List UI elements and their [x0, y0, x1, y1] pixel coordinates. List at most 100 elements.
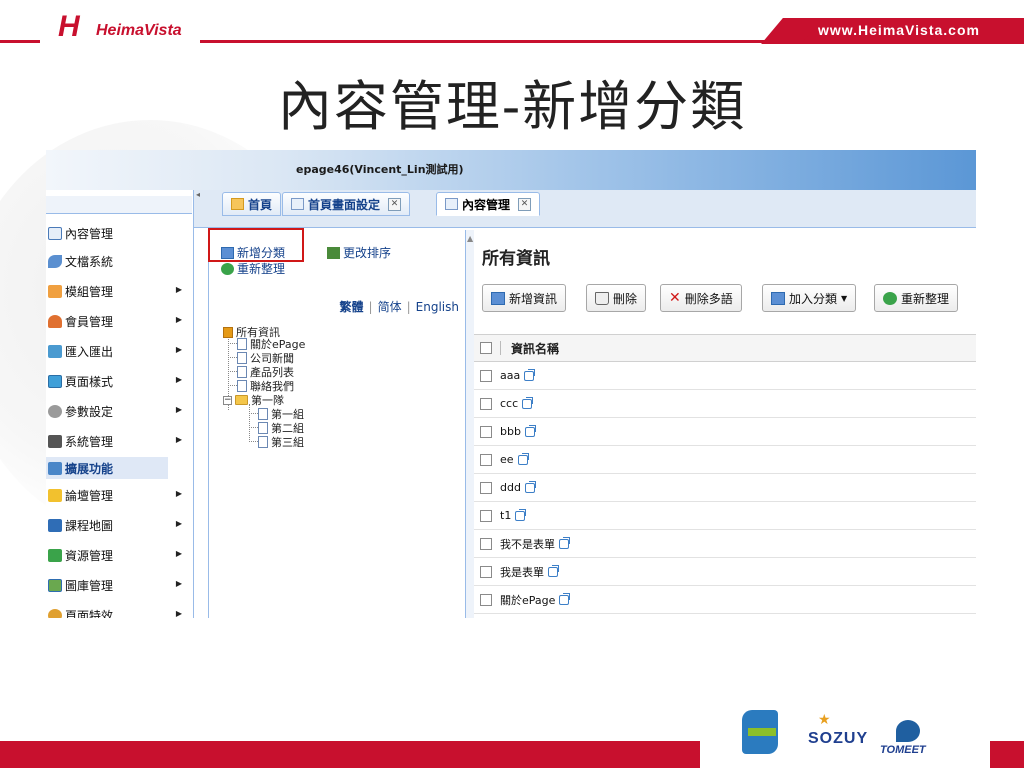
sidebar-item-document[interactable]: 文檔系統	[46, 250, 192, 272]
table-row[interactable]: t1	[474, 502, 976, 530]
dropdown-arrow-icon: ▼	[841, 293, 848, 303]
delete-button[interactable]: 刪除	[586, 284, 647, 312]
s-logo-icon	[742, 710, 778, 754]
category-panel: 新增分類 更改排序 重新整理 繁體 | 简体 | English 所有資訊 關於…	[208, 230, 466, 618]
sidebar-item-style[interactable]: 頁面樣式 ▶	[46, 370, 192, 392]
chevron-right-icon: ▶	[175, 609, 182, 618]
sidebar-item-label: 文檔系統	[65, 254, 114, 269]
logo-text: HeimaVista	[96, 22, 182, 39]
refresh-button[interactable]: 重新整理	[874, 284, 959, 312]
row-title[interactable]: bbb	[500, 425, 521, 438]
add-info-button[interactable]: 新增資訊	[482, 284, 567, 312]
add-to-category-icon	[771, 291, 785, 305]
tab-home[interactable]: 首頁	[222, 192, 282, 216]
close-icon[interactable]: ✕	[388, 197, 402, 211]
row-title[interactable]: ccc	[500, 397, 518, 410]
sidebar-item-extensions[interactable]: 擴展功能	[46, 457, 168, 479]
external-link-icon[interactable]	[559, 592, 571, 605]
sidebar-item-resource[interactable]: 資源管理 ▶	[46, 544, 192, 566]
refresh-icon	[221, 262, 234, 275]
row-checkbox[interactable]	[480, 369, 492, 382]
document-icon	[48, 254, 62, 268]
grid-header: 資訊名稱	[474, 334, 976, 362]
forum-icon	[48, 488, 62, 502]
gear-icon	[48, 404, 62, 418]
row-title[interactable]: 關於ePage	[500, 592, 555, 608]
content-icon	[48, 226, 62, 240]
chevron-right-icon: ▶	[175, 579, 182, 588]
sidebar-item-system[interactable]: 系統管理 ▶	[46, 430, 192, 452]
collapse-up-icon[interactable]: ▲	[467, 234, 473, 243]
table-row[interactable]: 關於ePage	[474, 586, 976, 614]
external-link-icon[interactable]	[522, 396, 534, 409]
row-title[interactable]: ddd	[500, 481, 521, 494]
table-row[interactable]: ccc	[474, 390, 976, 418]
row-checkbox[interactable]	[480, 537, 492, 550]
collapse-icon[interactable]: −	[223, 395, 232, 405]
external-link-icon[interactable]	[515, 508, 527, 521]
app-header: epage46(Vincent_Lin測試用)	[46, 150, 976, 190]
external-link-icon[interactable]	[524, 424, 536, 437]
external-link-icon[interactable]	[524, 480, 536, 493]
collapse-arrow-icon[interactable]: ◂	[194, 190, 202, 210]
row-title[interactable]: t1	[500, 509, 511, 522]
row-checkbox[interactable]	[480, 397, 492, 410]
tab-content-management[interactable]: 內容管理 ✕	[436, 192, 541, 216]
table-row[interactable]: ee	[474, 446, 976, 474]
sozuy-logo: SOZUY	[808, 730, 869, 747]
row-title[interactable]: 我不是表單	[500, 536, 555, 552]
sidebar-item-effect[interactable]: 頁面特效 ▶	[46, 604, 192, 618]
delete-multilang-button[interactable]: ✕ 刪除多語	[660, 284, 742, 312]
add-to-category-button[interactable]: 加入分類 ▼	[762, 284, 857, 312]
panel-splitter[interactable]	[466, 230, 474, 618]
sidebar-item-gallery[interactable]: 圖庫管理 ▶	[46, 574, 192, 596]
sidebar-item-label: 匯入匯出	[65, 344, 114, 359]
chevron-right-icon: ▶	[175, 405, 182, 414]
sidebar-item-forum[interactable]: 論壇管理 ▶	[46, 484, 192, 506]
sidebar-item-content[interactable]: 內容管理	[46, 222, 192, 244]
external-link-icon[interactable]	[524, 368, 536, 381]
sidebar-item-module[interactable]: 模組管理 ▶	[46, 280, 192, 302]
tomeet-mark-icon	[896, 720, 920, 742]
chevron-right-icon: ▶	[175, 549, 182, 558]
refresh-category-button[interactable]: 重新整理	[221, 260, 285, 277]
external-link-icon[interactable]	[559, 536, 570, 549]
sidebar-item-member[interactable]: 會員管理 ▶	[46, 310, 192, 332]
tree-node[interactable]: 第三組	[258, 434, 304, 450]
change-order-button[interactable]: 更改排序	[327, 244, 391, 261]
row-title[interactable]: aaa	[500, 369, 520, 382]
page-icon	[258, 408, 268, 420]
table-row[interactable]: ddd	[474, 474, 976, 502]
lang-english[interactable]: English	[416, 300, 459, 314]
language-switcher: 繁體 | 简体 | English	[339, 300, 459, 314]
page-icon	[237, 352, 247, 364]
sidebar-item-parameters[interactable]: 參數設定 ▶	[46, 400, 192, 422]
select-all-checkbox[interactable]	[480, 342, 492, 354]
external-link-icon[interactable]	[517, 452, 529, 465]
external-link-icon[interactable]	[548, 564, 559, 577]
row-title[interactable]: 我是表單	[500, 564, 544, 580]
page-icon	[258, 422, 268, 434]
table-row[interactable]: 我是表單	[474, 558, 976, 586]
sidebar-item-course-map[interactable]: 課程地圖 ▶	[46, 514, 192, 536]
app-screenshot: epage46(Vincent_Lin測試用) 首頁 首頁畫面設定 ✕ 內容管理…	[46, 150, 976, 618]
row-checkbox[interactable]	[480, 593, 492, 606]
page-icon	[291, 198, 304, 210]
row-checkbox[interactable]	[480, 453, 492, 466]
lang-simplified[interactable]: 简体	[378, 300, 402, 314]
table-row[interactable]: aaa	[474, 362, 976, 390]
sidebar-item-import-export[interactable]: 匯入匯出 ▶	[46, 340, 192, 362]
row-checkbox[interactable]	[480, 509, 492, 522]
table-row[interactable]: 我不是表單	[474, 530, 976, 558]
tab-homepage-settings[interactable]: 首頁畫面設定 ✕	[282, 192, 411, 216]
lang-traditional[interactable]: 繁體	[340, 300, 364, 314]
button-label: 新增資訊	[509, 291, 558, 306]
import-export-icon	[48, 344, 62, 358]
sidebar-item-label: 頁面樣式	[65, 374, 114, 389]
row-title[interactable]: ee	[500, 453, 514, 466]
table-row[interactable]: bbb	[474, 418, 976, 446]
row-checkbox[interactable]	[480, 425, 492, 438]
row-checkbox[interactable]	[480, 481, 492, 494]
row-checkbox[interactable]	[480, 565, 492, 578]
close-icon[interactable]: ✕	[518, 197, 532, 211]
